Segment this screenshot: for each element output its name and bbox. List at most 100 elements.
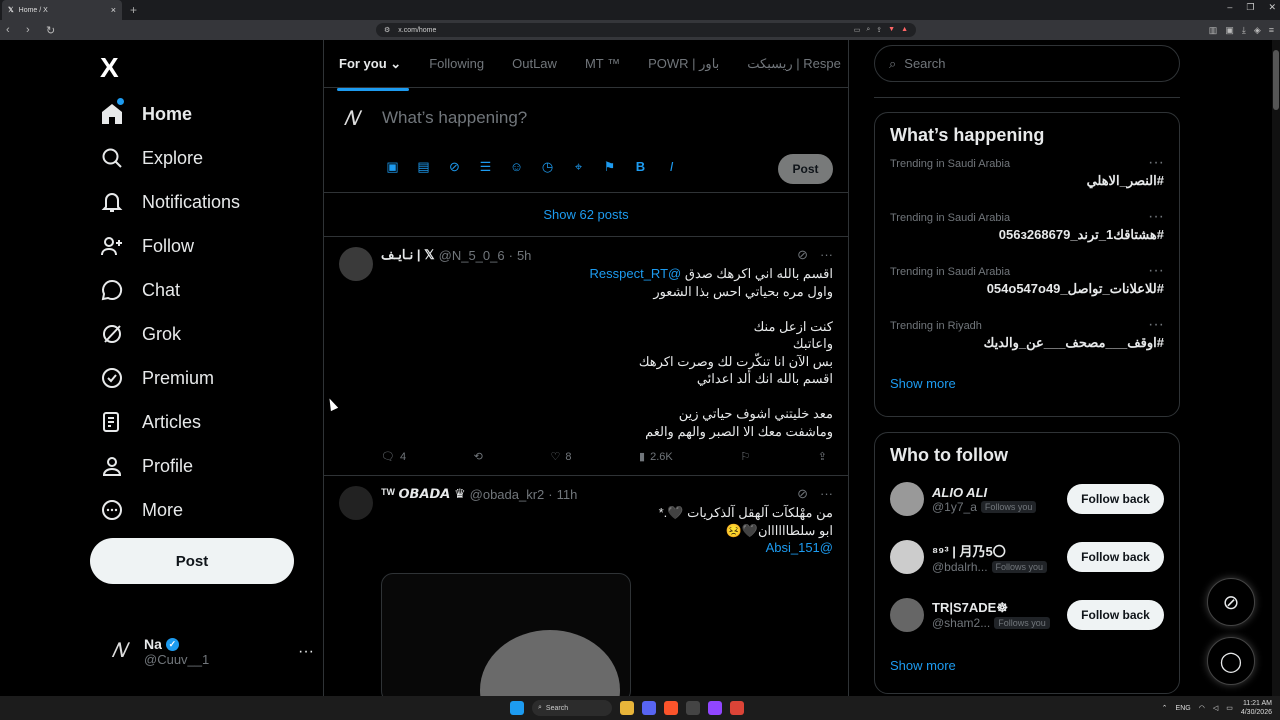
back-icon[interactable]: ‹ [6,24,16,36]
wallet-icon[interactable]: ▣ [1225,25,1234,36]
xbox-icon[interactable] [686,701,700,715]
trend-item[interactable]: Trending in Saudi Arabia #هشتاقك1_ترند_0… [875,204,1179,258]
brave-shield-icon[interactable]: ▼ [888,26,895,34]
grok-fab-button[interactable]: ⊘ [1207,578,1255,626]
like-button[interactable]: ♡ 8 [550,450,571,464]
poll-icon[interactable]: ☰ [477,158,494,175]
sidebar-toggle-icon[interactable]: ▥ [1209,25,1218,36]
grok-icon[interactable]: ⊘ [797,247,808,263]
tab-outlaw[interactable]: OutLaw [512,56,557,71]
avatar[interactable] [890,482,924,516]
url-bar[interactable]: ⚙ x.com/home ▭ ⌕ ⇪ ▼ ▲ [376,23,916,37]
tweet-handle[interactable]: @obada_kr2 [470,487,545,502]
more-dots-icon[interactable]: ··· [1148,208,1164,226]
location-icon[interactable]: ⌖ [570,158,587,175]
compose-post-button[interactable]: Post [778,154,833,184]
nav-more[interactable]: More [100,488,240,532]
tab-mt[interactable]: MT ™ [585,56,620,71]
italic-icon[interactable]: I [663,158,680,175]
discord-icon[interactable] [642,701,656,715]
language-indicator[interactable]: ENG [1176,705,1191,712]
close-window-button[interactable]: ✕ [1268,2,1276,13]
bold-icon[interactable]: B [632,158,649,175]
zoom-icon[interactable]: ⌕ [866,26,870,34]
views-button[interactable]: ▮ 2.6K [639,450,673,464]
follow-suggestion[interactable]: ALIO ALI @1y7_a Follows you Follow back [875,470,1179,528]
browser-tab[interactable]: 𝕏 Home / X × [2,0,122,20]
nav-notifications[interactable]: Notifications [100,180,240,224]
share-icon[interactable]: ⇪ [818,450,827,463]
scrollbar-thumb[interactable] [1273,50,1279,110]
tab-following[interactable]: Following [429,56,484,71]
compose-input[interactable]: What’s happening? [382,108,527,128]
windows-start-icon[interactable] [510,701,524,715]
download-icon[interactable]: ⤓ [1242,25,1246,36]
follow-back-button[interactable]: Follow back [1067,484,1164,514]
follow-back-button[interactable]: Follow back [1067,542,1164,572]
chrome-icon[interactable] [730,701,744,715]
url-text[interactable]: x.com/home [398,27,436,34]
show-new-posts[interactable]: Show 62 posts [324,193,848,237]
more-dots-icon[interactable]: ··· [298,643,314,661]
wifi-icon[interactable]: ◠ [1199,704,1205,712]
trend-item[interactable]: Trending in Saudi Arabia #النصر_الاهلي ·… [875,150,1179,204]
volume-icon[interactable]: ◁ [1213,704,1218,712]
flag-icon[interactable]: ⚑ [601,158,618,175]
grok-icon[interactable]: ⊘ [797,486,808,502]
retweet-button[interactable]: ⟲ [474,450,483,463]
reload-icon[interactable]: ↻ [46,24,56,37]
brave-browser-icon[interactable] [664,701,678,715]
trend-item[interactable]: Trending in Riyadh #اوقف___مصحف___عن_وال… [875,312,1179,366]
nav-grok[interactable]: Grok [100,312,240,356]
gif-icon[interactable]: ▤ [415,158,432,175]
chevron-up-icon[interactable]: ⌃ [1162,704,1168,712]
cast-icon[interactable]: ▭ [854,26,861,34]
emoji-icon[interactable]: ☺ [508,158,525,175]
reply-button[interactable]: 🗨 4 [381,450,406,464]
follow-suggestion[interactable]: TR|S7ADE☸︎ @sham2... Follows you Follow b… [875,586,1179,644]
more-dots-icon[interactable]: ··· [820,247,833,263]
follow-back-button[interactable]: Follow back [1067,600,1164,630]
nav-home[interactable]: Home [100,92,240,136]
mention-link[interactable]: @Absi_151 [766,540,833,555]
more-dots-icon[interactable]: ··· [1148,154,1164,172]
post-button[interactable]: Post [90,538,294,584]
tweet-author[interactable]: نـايـف | 𝕏 [381,247,435,263]
tweet-author[interactable]: ᵀᵂ 𝙊𝘽𝘼𝘿𝘼 ♛ [381,486,466,502]
brave-rewards-icon[interactable]: ▲ [901,26,908,34]
site-info-icon[interactable]: ⚙ [384,26,390,34]
vpn-icon[interactable]: ◈ [1254,25,1261,36]
tweet-time[interactable]: 11h [557,487,578,502]
minimize-button[interactable]: – [1227,2,1232,13]
tab-respect[interactable]: ريسبكت | Respe [747,56,841,72]
grok-icon[interactable]: ⊘ [446,158,463,175]
avatar[interactable] [339,486,373,520]
tab-powr[interactable]: POWR | باور [648,56,719,72]
avatar[interactable] [339,247,373,281]
taskbar-search[interactable]: ⌕ Search [532,700,612,716]
chat-fab-button[interactable]: ◯ [1207,637,1255,685]
x-logo-icon[interactable]: X [100,52,119,84]
nav-articles[interactable]: Articles [100,400,240,444]
file-explorer-icon[interactable] [620,701,634,715]
avatar[interactable] [890,540,924,574]
search-input[interactable]: ⌕ Search [874,45,1180,82]
tweet[interactable]: ᵀᵂ 𝙊𝘽𝘼𝘿𝘼 ♛ @obada_kr2 · 11h ⊘ ··· من مهْ… [324,476,848,696]
more-dots-icon[interactable]: ··· [1148,262,1164,280]
nav-follow[interactable]: Follow [100,224,240,268]
nav-chat[interactable]: Chat [100,268,240,312]
bookmark-icon[interactable]: ⚐ [740,450,750,463]
more-dots-icon[interactable]: ··· [1148,316,1164,334]
forward-icon[interactable]: › [26,24,36,36]
show-more-link[interactable]: Show more [875,366,1179,405]
battery-icon[interactable]: ▭ [1226,704,1233,712]
nav-premium[interactable]: Premium [100,356,240,400]
tab-for-you[interactable]: For you ⌄ [336,56,410,91]
twitch-icon[interactable] [708,701,722,715]
nav-profile[interactable]: Profile [100,444,240,488]
more-dots-icon[interactable]: ··· [820,486,833,502]
tweet-handle[interactable]: @N_5_0_6 [439,248,505,263]
follow-suggestion[interactable]: ⁸⁹³ | 月乃5〇 @bdalrh... Follows you Follow … [875,528,1179,586]
trend-item[interactable]: Trending in Saudi Arabia #للاعلانات_تواص… [875,258,1179,312]
avatar[interactable] [890,598,924,632]
